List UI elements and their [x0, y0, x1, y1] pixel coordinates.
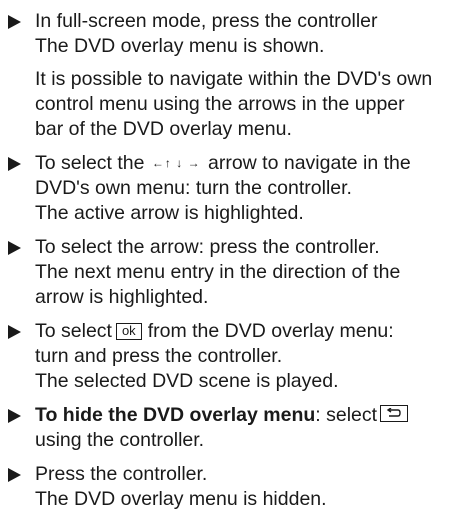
bullet-arrow-icon: [8, 15, 21, 29]
back-icon: [380, 405, 409, 422]
info-line-3: bar of the DVD overlay menu.: [35, 118, 292, 140]
bullet-arrow-icon: [8, 325, 21, 339]
step-3-line-3: arrow is highlighted.: [35, 286, 209, 308]
step-3-line-1: To select the arrow: press the controlle…: [35, 236, 380, 258]
step-1: In full-screen mode, press the controlle…: [6, 9, 453, 59]
step-4: To select ok from the DVD overlay menu: tu…: [6, 319, 453, 394]
info-line-1: It is possible to navigate within the DV…: [35, 68, 433, 90]
step-1-line-1: In full-screen mode, press the controlle…: [35, 10, 378, 32]
direction-arrows-icon: ←↑ ↓ →: [151, 156, 201, 170]
step-5: To hide the DVD overlay menu: select usi…: [6, 403, 453, 453]
step-4-line-3: The selected DVD scene is played.: [35, 370, 339, 392]
step-5-line-1: To hide the DVD overlay menu: select: [35, 403, 453, 428]
step-1-line-2: The DVD overlay menu is shown.: [35, 35, 325, 57]
hide-menu-heading: To hide the DVD overlay menu: [35, 404, 316, 426]
step-4-line-1: To select ok from the DVD overlay menu:: [35, 320, 394, 342]
step-4-line-2: turn and press the controller.: [35, 345, 283, 367]
step-2-line-2: DVD's own menu: turn the controller.: [35, 177, 352, 199]
step-5-line-2: using the controller.: [35, 429, 205, 451]
step-2: To select the ←↑ ↓ → arrow to navigate i…: [6, 151, 453, 226]
step-6: Press the controller. The DVD overlay me…: [6, 462, 453, 512]
bullet-arrow-icon: [8, 241, 21, 255]
step-3: To select the arrow: press the controlle…: [6, 235, 453, 310]
info-paragraph: It is possible to navigate within the DV…: [6, 67, 453, 142]
bullet-arrow-icon: [8, 409, 21, 423]
step-3-line-2: The next menu entry in the direction of …: [35, 261, 401, 283]
bullet-arrow-icon: [8, 157, 21, 171]
step-2-line-1: To select the ←↑ ↓ → arrow to navigate i…: [35, 152, 411, 174]
instruction-document: In full-screen mode, press the controlle…: [0, 0, 461, 512]
step-6-line-2: The DVD overlay menu is hidden.: [35, 488, 327, 510]
info-line-2: control menu using the arrows in the upp…: [35, 93, 405, 115]
ok-key-icon: ok: [115, 323, 142, 340]
bullet-arrow-icon: [8, 468, 21, 482]
step-2-line-3: The active arrow is highlighted.: [35, 202, 304, 224]
step-6-line-1: Press the controller.: [35, 463, 208, 485]
